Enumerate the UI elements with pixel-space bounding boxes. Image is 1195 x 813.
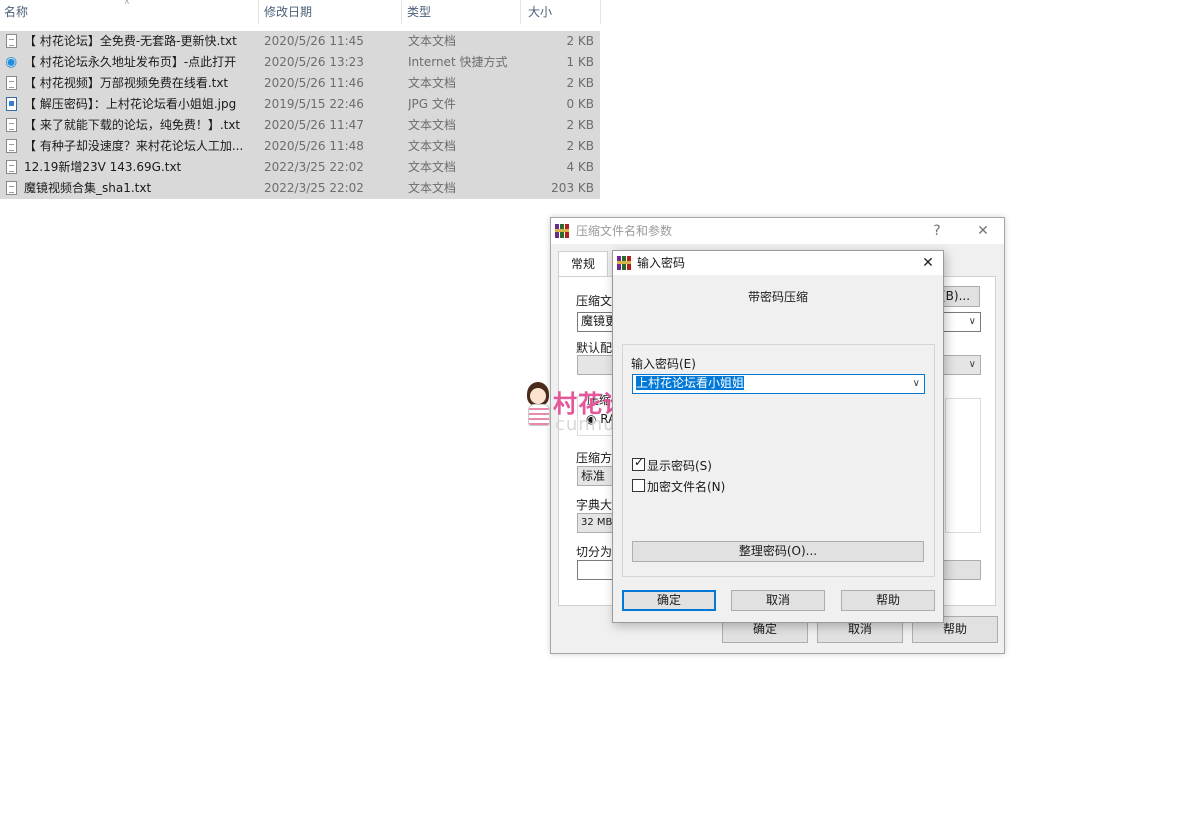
file-type: Internet 快捷方式	[408, 55, 508, 69]
password-input[interactable]: 上村花论坛看小姐姐 ∨	[632, 374, 925, 394]
file-name: 【 村花论坛永久地址发布页】-点此打开	[24, 55, 237, 69]
file-type: 文本文档	[408, 160, 457, 174]
show-password-checkbox[interactable]	[632, 455, 645, 471]
password-ok-button[interactable]: 确定	[622, 590, 716, 611]
column-header-size[interactable]: 大小	[524, 0, 600, 24]
file-date: 2022/3/25 22:02	[264, 181, 364, 195]
column-header-type[interactable]: 类型	[403, 0, 519, 24]
help-icon[interactable]: ?	[915, 218, 959, 244]
file-name: 【 来了就能下载的论坛，纯免费！】.txt	[24, 118, 241, 132]
dictionary-label: 字典大	[576, 498, 613, 512]
parameters-button[interactable]	[942, 560, 981, 580]
file-type: 文本文档	[408, 34, 457, 48]
file-row[interactable]: 【 有种子却没速度？来村花论坛人工加... 2020/5/26 11:48 文本文档…	[0, 136, 600, 157]
password-dialog-title: 输入密码	[637, 256, 686, 270]
column-divider[interactable]	[258, 0, 259, 24]
file-type: 文本文档	[408, 139, 457, 153]
internet-shortcut-icon	[6, 55, 17, 69]
winrar-icon	[617, 256, 631, 270]
file-rows: 【 村花论坛】全免费-无套路-更新快.txt 2020/5/26 11:45 文本文…	[0, 31, 600, 199]
file-type: 文本文档	[408, 118, 457, 132]
password-dialog-header: 带密码压缩	[747, 290, 808, 304]
file-row[interactable]: 【 村花论坛】全免费-无套路-更新快.txt 2020/5/26 11:45 文本文…	[0, 31, 600, 52]
split-label: 切分为	[576, 545, 613, 559]
file-row[interactable]: 【 村花视频】万部视频免费在线看.txt 2020/5/26 11:46 文本文档 2…	[0, 73, 600, 94]
options-groupbox	[945, 398, 981, 533]
file-type: 文本文档	[408, 76, 457, 90]
password-cancel-button[interactable]: 取消	[731, 590, 825, 611]
file-row[interactable]: 【 来了就能下载的论坛，纯免费！】.txt 2020/5/26 11:47 文本文档…	[0, 115, 600, 136]
file-name: 【 村花论坛】全免费-无套路-更新快.txt	[24, 34, 237, 48]
file-size: 2 KB	[566, 76, 594, 90]
chevron-down-icon: ∨	[968, 316, 976, 327]
file-list-view: 名称 ∧ 修改日期 类型 大小 【 村花论坛】全免费-无套路-更新快.txt 20…	[0, 0, 601, 200]
text-file-icon	[6, 181, 17, 195]
sort-indicator-icon: ∧	[124, 0, 130, 6]
mascot-icon	[527, 382, 549, 406]
tab-general[interactable]: 常规	[558, 251, 608, 277]
dictionary-combo[interactable]: 32 MB	[577, 513, 615, 533]
column-header-date[interactable]: 修改日期	[260, 0, 400, 24]
text-file-icon	[6, 160, 17, 174]
text-file-icon	[6, 34, 17, 48]
winrar-icon	[555, 224, 569, 238]
file-date: 2022/3/25 22:02	[264, 160, 364, 174]
file-type: JPG 文件	[408, 97, 456, 111]
file-size: 203 KB	[551, 181, 594, 195]
image-file-icon	[6, 97, 17, 111]
encrypt-filenames-label[interactable]: 加密文件名(N)	[647, 478, 725, 495]
file-name: 【 村花视频】万部视频免费在线看.txt	[24, 76, 229, 90]
file-date: 2020/5/26 11:46	[264, 76, 364, 90]
file-date: 2019/5/15 22:46	[264, 97, 364, 111]
password-label: 输入密码(E)	[631, 357, 696, 371]
encrypt-filenames-checkbox[interactable]	[632, 479, 645, 492]
mascot-body	[528, 404, 550, 426]
method-combo[interactable]: 标准	[577, 466, 615, 486]
dialog-title: 压缩文件名和参数	[576, 224, 673, 238]
show-password-label[interactable]: 显示密码(S)	[647, 457, 712, 474]
file-row[interactable]: 【 解压密码】：上村花论坛看小姐姐.jpg 2019/5/15 22:46 JPG …	[0, 94, 600, 115]
column-divider[interactable]	[401, 0, 402, 24]
text-file-icon	[6, 76, 17, 90]
column-divider	[600, 0, 601, 24]
file-name: 12.19新增23V 143.69G.txt	[24, 160, 182, 174]
organize-passwords-button[interactable]: 整理密码(O)...	[632, 541, 924, 562]
file-size: 2 KB	[566, 34, 594, 48]
dialog-titlebar[interactable]: 压缩文件名和参数 ? ✕	[551, 218, 1004, 244]
file-type: 文本文档	[408, 181, 457, 195]
close-icon[interactable]: ✕	[961, 218, 1005, 244]
chevron-down-icon: ∨	[968, 359, 976, 370]
file-size: 4 KB	[566, 160, 594, 174]
file-name: 【 有种子却没速度？来村花论坛人工加...	[24, 139, 244, 153]
file-size: 0 KB	[566, 97, 594, 111]
file-date: 2020/5/26 13:23	[264, 55, 364, 69]
split-input[interactable]	[577, 560, 617, 580]
file-row[interactable]: 12.19新增23V 143.69G.txt 2022/3/25 22:02 文本文…	[0, 157, 600, 178]
password-dialog: 输入密码 ✕ 带密码压缩 输入密码(E) 上村花论坛看小姐姐 ∨ 显示密码(S)…	[612, 250, 944, 623]
file-size: 1 KB	[566, 55, 594, 69]
file-date: 2020/5/26 11:48	[264, 139, 364, 153]
file-date: 2020/5/26 11:47	[264, 118, 364, 132]
archive-name-label: 压缩文	[576, 294, 613, 308]
mascot-face	[530, 388, 546, 404]
file-row[interactable]: 魔镜视频合集_sha1.txt 2022/3/25 22:02 文本文档 203 KB	[0, 178, 600, 199]
password-value: 上村花论坛看小姐姐	[636, 376, 745, 390]
format-label: 压缩	[585, 391, 614, 408]
chevron-down-icon[interactable]: ∨	[913, 375, 920, 393]
file-size: 2 KB	[566, 139, 594, 153]
text-file-icon	[6, 118, 17, 132]
text-file-icon	[6, 139, 17, 153]
method-label: 压缩方	[576, 451, 613, 465]
password-help-button[interactable]: 帮助	[841, 590, 935, 611]
file-name: 魔镜视频合集_sha1.txt	[24, 181, 152, 195]
file-name: 【 解压密码】：上村花论坛看小姐姐.jpg	[24, 97, 237, 111]
file-row[interactable]: 【 村花论坛永久地址发布页】-点此打开 2020/5/26 13:23 Intern…	[0, 52, 600, 73]
close-icon[interactable]: ✕	[913, 251, 943, 275]
column-divider[interactable]	[520, 0, 521, 24]
file-size: 2 KB	[566, 118, 594, 132]
default-profile-label: 默认配	[576, 341, 613, 355]
password-dialog-titlebar[interactable]: 输入密码 ✕	[613, 251, 943, 275]
file-date: 2020/5/26 11:45	[264, 34, 364, 48]
